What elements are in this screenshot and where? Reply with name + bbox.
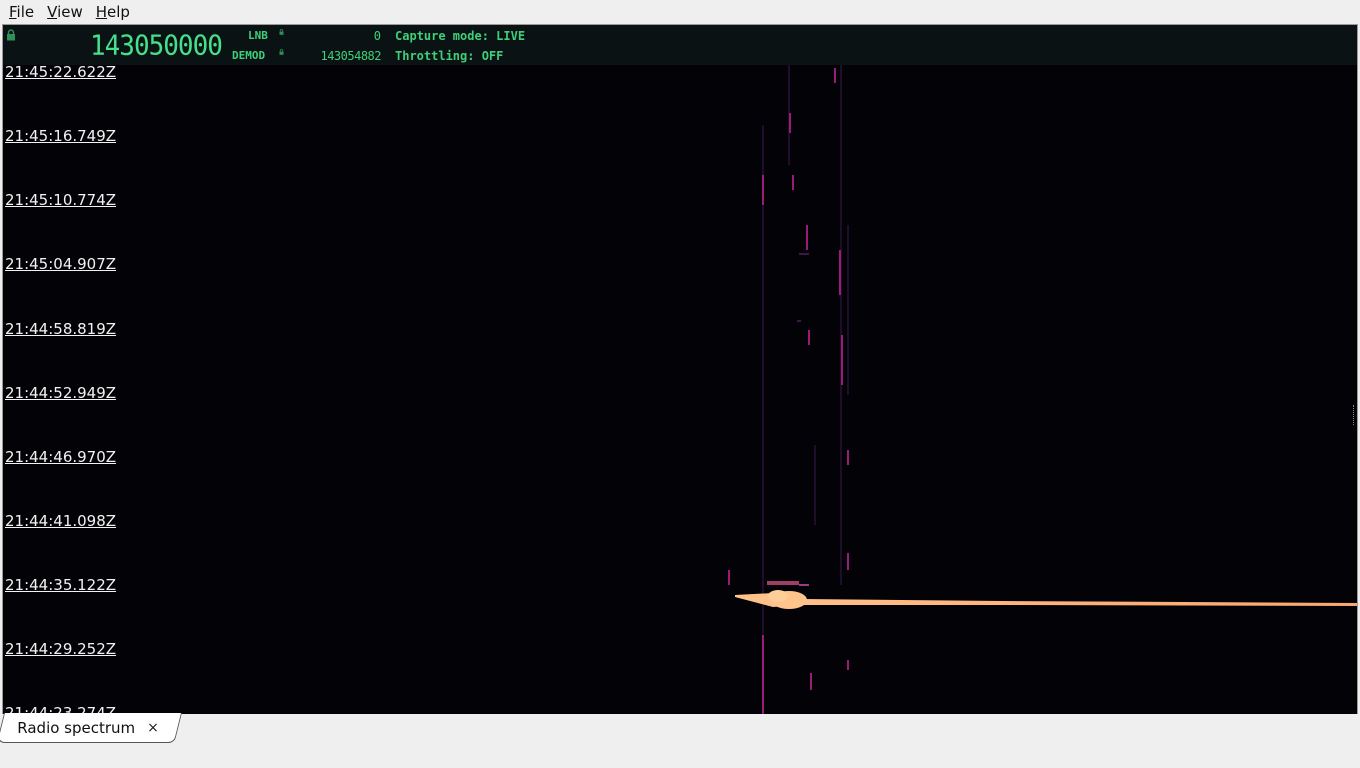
- signal-trace: [735, 581, 1357, 609]
- timestamp-label: 21:45:16.749Z: [5, 127, 117, 145]
- timestamp-label: 21:44:35.122Z: [5, 576, 117, 594]
- menu-file[interactable]: File: [0, 1, 38, 23]
- menu-file-label: ile: [16, 2, 35, 21]
- timestamp-label: 21:44:58.819Z: [5, 320, 117, 338]
- menu-help[interactable]: Help: [87, 1, 134, 23]
- throttling-status: Throttling: OFF: [395, 49, 504, 63]
- capture-mode-status: Capture mode: LIVE: [395, 29, 526, 43]
- timestamp-label: 21:44:46.970Z: [5, 448, 117, 466]
- menu-help-mnemonic: H: [95, 2, 108, 21]
- menu-view-label: iew: [57, 2, 83, 21]
- close-icon[interactable]: ×: [147, 720, 159, 736]
- frequency-header: 143050000 LNB 0 DEMOD 143054882 Capture …: [3, 25, 1357, 65]
- menu-view[interactable]: View: [38, 1, 87, 23]
- timestamp-label: 21:44:52.949Z: [5, 384, 117, 402]
- lnb-value[interactable]: 0: [303, 29, 381, 43]
- waterfall-display[interactable]: 21:45:22.622Z 21:45:16.749Z 21:45:10.774…: [3, 63, 1357, 715]
- lnb-label: LNB: [248, 29, 268, 42]
- tab-bar: Radio spectrum ×: [0, 713, 1360, 768]
- timestamp-label: 21:44:29.252Z: [5, 640, 117, 658]
- spectrum-panel: 143050000 LNB 0 DEMOD 143054882 Capture …: [2, 24, 1358, 716]
- demod-value[interactable]: 143054882: [293, 49, 381, 63]
- menu-bar: File View Help: [0, 0, 1360, 23]
- menu-file-mnemonic: F: [9, 2, 17, 21]
- timestamp-label: 21:45:22.622Z: [5, 63, 117, 81]
- timestamp-label: 21:44:41.098Z: [5, 512, 117, 530]
- timestamp-label: 21:45:10.774Z: [5, 191, 117, 209]
- tab-radio-spectrum[interactable]: Radio spectrum ×: [0, 713, 182, 743]
- waterfall-graphic: [728, 65, 1357, 715]
- menu-view-mnemonic: V: [47, 2, 58, 21]
- main-frequency-display[interactable]: 143050000: [90, 31, 223, 60]
- noise-streaks: [762, 65, 849, 715]
- lock-icon[interactable]: [6, 29, 16, 41]
- lnb-lock-icon[interactable]: [279, 29, 284, 35]
- noise-bursts: [728, 68, 849, 715]
- tab-label: Radio spectrum: [17, 718, 136, 737]
- menu-help-label: elp: [107, 2, 130, 21]
- demod-label: DEMOD: [232, 49, 266, 62]
- demod-lock-icon[interactable]: [279, 49, 284, 55]
- resize-handle[interactable]: [1353, 405, 1357, 425]
- timestamp-label: 21:45:04.907Z: [5, 255, 117, 273]
